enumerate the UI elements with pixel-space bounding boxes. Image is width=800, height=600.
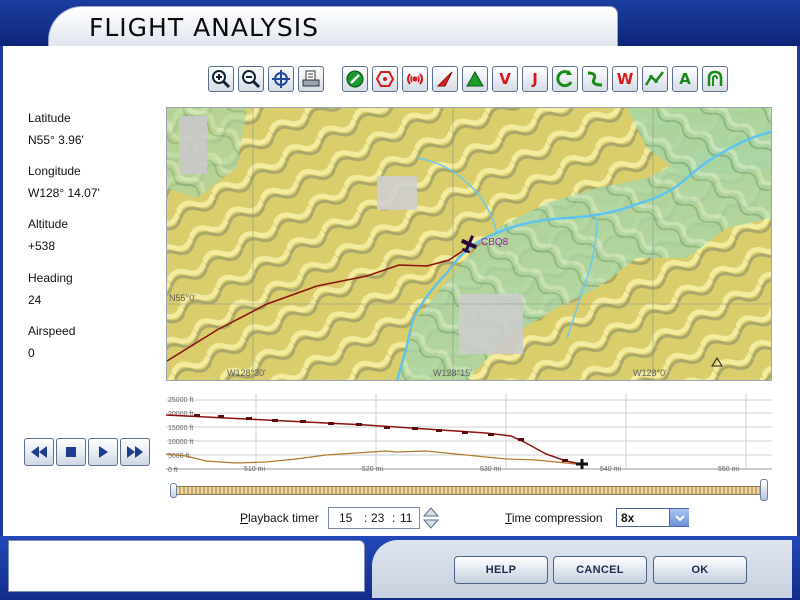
profile-x-label: 520 mi [362,466,383,473]
crosshair-icon [272,70,290,88]
grid-label-w128-30: W128°30' [227,368,266,378]
chevron-down-icon [674,514,685,521]
title-tab: FLIGHT ANALYSIS [48,6,618,47]
intersections-layer-button[interactable] [432,66,458,92]
grid-label-n55-0: N55°0' [169,293,196,303]
spinner-arrows-icon [422,507,440,529]
zoom-in-button[interactable] [208,66,234,92]
profile-y-label: 25000 ft [168,397,193,404]
airport-label: CBQ8 [481,237,509,248]
profile-y-label: 0 ft [168,467,178,474]
approach-layer-button[interactable] [552,66,578,92]
stop-icon [66,447,76,457]
weather-layer-button[interactable]: W [612,66,638,92]
playback-timer-field[interactable]: 15 : 23 : 11 [328,507,420,529]
heading-label: Heading [28,271,73,285]
fast-forward-icon [127,446,143,458]
terrain-icon [466,70,484,87]
rewind-button[interactable] [24,438,54,466]
zoom-out-button[interactable] [238,66,264,92]
flight-path-icon [587,71,603,87]
grid-label-w128-15: W128°15' [433,368,472,378]
profile-y-label: 20000 ft [168,411,193,418]
dropdown-button[interactable] [669,509,689,526]
altitude-label: Altitude [28,217,69,231]
fast-forward-button[interactable] [120,438,150,466]
latitude-label: Latitude [28,111,71,125]
airports-layer-button[interactable] [342,66,368,92]
victor-airways-label: V [499,70,511,88]
timer-separator: : [392,511,396,525]
profile-x-label: 540 mi [600,466,621,473]
ndb-layer-button[interactable] [402,66,428,92]
profile-canvas: 25000 ft 20000 ft 15000 ft 10000 ft 5000… [166,394,772,474]
vor-icon [375,71,395,87]
slider-start-handle[interactable] [170,483,177,498]
airport-icon [346,70,364,88]
airspeed-value: 0 [28,346,35,360]
timer-hours[interactable]: 15 [339,511,352,525]
grid-label-w128-0: W128°0' [633,368,667,378]
print-button[interactable] [298,66,324,92]
flight-path-layer-button[interactable] [582,66,608,92]
jet-airways-button[interactable]: J [522,66,548,92]
cancel-button[interactable]: CANCEL [553,556,647,584]
jet-airways-label: J [532,70,538,88]
flight-analysis-window: FLIGHT ANALYSIS V J W A Latitude N55° 3.… [0,0,800,600]
profile-x-label: 530 mi [480,466,501,473]
stop-button[interactable] [56,438,86,466]
longitude-label: Longitude [28,164,81,178]
airspace-layer-button[interactable]: A [672,66,698,92]
timer-seconds[interactable]: 11 [400,511,412,525]
time-compression-select[interactable]: 8x [616,508,689,527]
airspace-label: A [679,70,691,88]
status-panel [8,540,365,592]
map-canvas: W128°30' W128°15' W128°0' N55°0' CBQ8 [167,108,771,380]
network-icon [644,71,664,86]
altitude-value: +538 [28,239,56,253]
zoom-in-icon [212,70,231,89]
intersection-icon [436,71,453,87]
terrain-layer-button[interactable] [462,66,488,92]
profile-x-label: 550 mi [718,466,739,473]
weather-label: W [616,70,634,88]
victor-airways-button[interactable]: V [492,66,518,92]
altitude-profile: 25000 ft 20000 ft 15000 ft 10000 ft 5000… [166,394,772,474]
print-icon [302,70,320,87]
rewind-icon [31,446,47,458]
time-compression-label: Time compression [505,511,603,525]
profile-x-label: 510 mi [244,466,265,473]
ndb-icon [407,73,423,85]
procedures-icon [707,70,723,86]
slider-position-handle[interactable] [760,479,768,501]
slider-track[interactable] [170,486,766,495]
timer-separator: : [364,511,368,525]
longitude-value: W128° 14.07' [28,186,100,200]
profile-y-label: 10000 ft [168,439,193,446]
airway-network-button[interactable] [642,66,668,92]
playback-slider[interactable] [170,479,770,501]
terrain-map[interactable]: W128°30' W128°15' W128°0' N55°0' CBQ8 [166,107,772,381]
play-icon [99,446,108,458]
profile-aircraft-icon [576,459,588,469]
help-button[interactable]: HELP [454,556,548,584]
timer-spinner[interactable] [422,507,440,529]
heading-value: 24 [28,293,42,307]
center-map-button[interactable] [268,66,294,92]
timer-minutes[interactable]: 23 [371,511,384,525]
airspeed-label: Airspeed [28,324,76,338]
time-compression-value: 8x [621,511,635,525]
profile-y-label: 15000 ft [168,425,193,432]
window-title: FLIGHT ANALYSIS [89,13,319,42]
procedures-layer-button[interactable] [702,66,728,92]
vor-layer-button[interactable] [372,66,398,92]
approach-icon [556,70,573,88]
latitude-value: N55° 3.96' [28,133,84,147]
playback-timer-label: Playback timer [240,511,319,525]
play-button[interactable] [88,438,118,466]
zoom-out-icon [242,70,261,89]
ok-button[interactable]: OK [653,556,747,584]
